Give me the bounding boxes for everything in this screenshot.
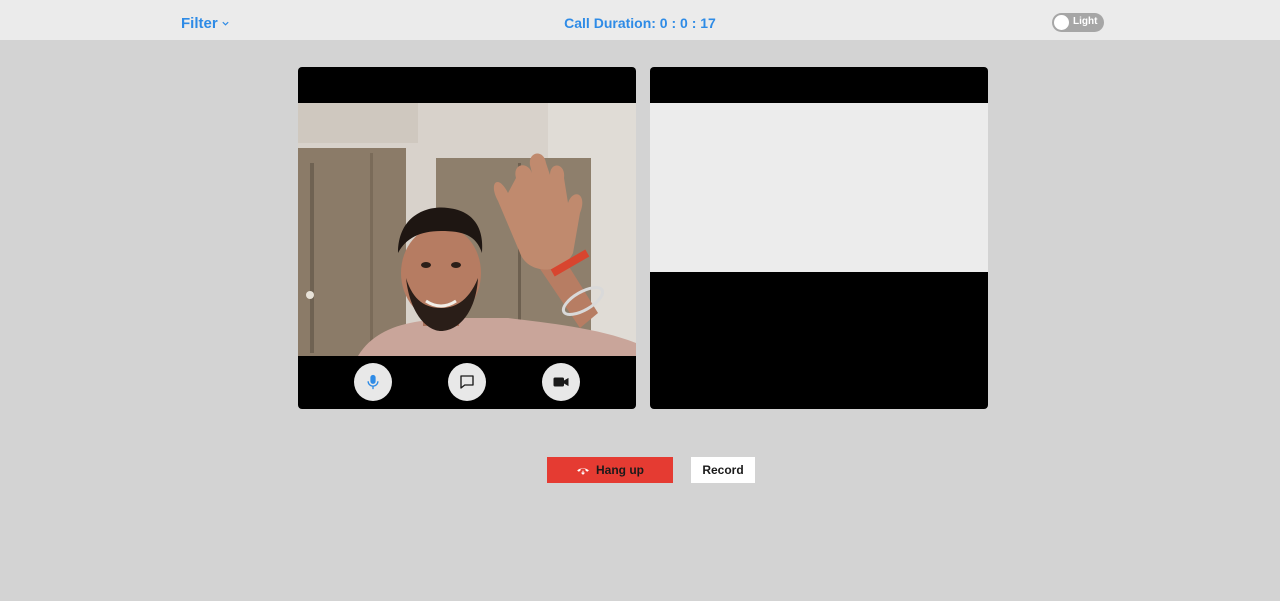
local-video-tile bbox=[298, 67, 636, 409]
video-feed-image bbox=[298, 103, 636, 356]
chat-icon bbox=[460, 375, 474, 389]
toggle-knob bbox=[1054, 15, 1069, 30]
microphone-icon bbox=[367, 374, 379, 390]
mute-microphone-button[interactable] bbox=[354, 363, 392, 401]
record-label: Record bbox=[702, 463, 744, 477]
hang-up-label: Hang up bbox=[596, 463, 644, 477]
top-bar: Filter Call Duration: 0 : 0 : 17 Light bbox=[0, 0, 1280, 40]
video-camera-icon bbox=[553, 377, 569, 387]
theme-toggle-label: Light bbox=[1073, 16, 1098, 27]
record-button[interactable]: Record bbox=[691, 457, 755, 483]
local-video-feed bbox=[298, 103, 636, 356]
remote-video-feed bbox=[650, 103, 988, 272]
remote-video-tile bbox=[650, 67, 988, 409]
hang-up-button[interactable]: Hang up bbox=[547, 457, 673, 483]
toggle-camera-button[interactable] bbox=[542, 363, 580, 401]
chat-button[interactable] bbox=[448, 363, 486, 401]
phone-hangup-icon bbox=[577, 468, 589, 475]
theme-toggle[interactable]: Light bbox=[1052, 13, 1104, 32]
